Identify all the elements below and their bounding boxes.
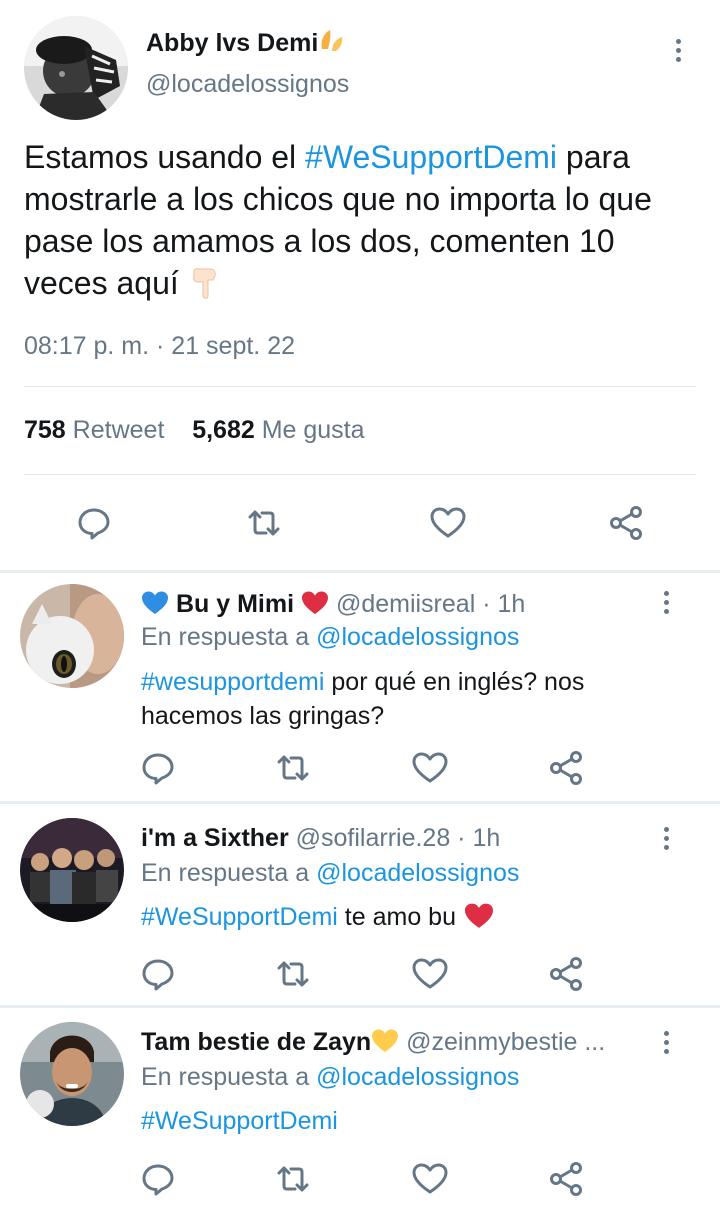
like-icon[interactable]	[428, 503, 468, 543]
share-icon[interactable]	[606, 503, 646, 543]
display-name[interactable]: Bu y Mimi	[176, 590, 294, 618]
mention-link[interactable]: @locadelossignos	[316, 623, 519, 651]
tweet-actions	[0, 503, 720, 543]
reply-header: Bu y Mimi @demiisreal · 1h	[141, 590, 525, 619]
avatar[interactable]	[20, 1022, 124, 1126]
red-heart-emoji	[463, 903, 495, 931]
like-icon[interactable]	[410, 1159, 450, 1199]
reply-tweet[interactable]: Tam bestie de Zayn @zeinmybestie ... En …	[0, 1008, 720, 1212]
like-icon[interactable]	[410, 748, 450, 788]
retweet-icon[interactable]	[273, 1159, 313, 1199]
reply-header: i'm a Sixther @sofilarrie.28 · 1h	[141, 824, 501, 852]
yellow-heart-emoji	[371, 1028, 399, 1056]
more-options-icon[interactable]	[654, 822, 678, 854]
user-handle[interactable]: @zeinmybestie ...	[406, 1028, 605, 1056]
reply-tweet[interactable]: i'm a Sixther @sofilarrie.28 · 1h En res…	[0, 804, 720, 1005]
divider	[24, 474, 696, 475]
more-options-icon[interactable]	[666, 34, 690, 66]
reply-time[interactable]: 1h	[472, 824, 500, 852]
hashtag-link[interactable]: #WeSupportDemi	[141, 903, 338, 931]
blue-heart-emoji	[141, 590, 169, 618]
divider	[24, 386, 696, 387]
retweet-icon[interactable]	[273, 748, 313, 788]
mention-link[interactable]: @locadelossignos	[316, 1063, 519, 1091]
share-icon[interactable]	[546, 954, 586, 994]
tweet-stats: 758 Retweet 5,682 Me gusta	[24, 416, 365, 445]
share-icon[interactable]	[546, 1159, 586, 1199]
reply-actions	[0, 748, 720, 788]
reply-context: En respuesta a @locadelossignos	[141, 1063, 520, 1091]
more-options-icon[interactable]	[654, 1026, 678, 1058]
display-name[interactable]: i'm a Sixther	[141, 824, 289, 852]
reply-icon[interactable]	[138, 1159, 178, 1199]
reply-tweet[interactable]: Bu y Mimi @demiisreal · 1h En respuesta …	[0, 573, 720, 801]
reply-context: En respuesta a @locadelossignos	[141, 623, 520, 651]
reply-text: #WeSupportDemi te amo bu	[141, 900, 681, 934]
share-icon[interactable]	[546, 748, 586, 788]
user-handle[interactable]: @sofilarrie.28	[296, 824, 451, 852]
more-options-icon[interactable]	[654, 586, 678, 618]
like-icon[interactable]	[410, 954, 450, 994]
reply-context: En respuesta a @locadelossignos	[141, 859, 520, 887]
user-handle[interactable]: @demiisreal	[336, 590, 475, 618]
reply-text: #wesupportdemi por qué en inglés? nos ha…	[141, 668, 585, 730]
user-handle[interactable]: @locadelossignos	[146, 70, 349, 99]
display-name[interactable]: Abby lvs Demi	[146, 27, 346, 58]
tweet-text: Estamos usando el #WeSupportDemi para mo…	[24, 139, 652, 301]
tweet-timestamp[interactable]: 08:17 p. m. · 21 sept. 22	[24, 332, 295, 361]
hashtag-link[interactable]: #WeSupportDemi	[305, 139, 557, 175]
avatar[interactable]	[20, 818, 124, 922]
reply-header: Tam bestie de Zayn @zeinmybestie ...	[141, 1028, 605, 1057]
retweet-icon[interactable]	[273, 954, 313, 994]
retweet-stat[interactable]: 758 Retweet	[24, 416, 164, 444]
reply-icon[interactable]	[138, 954, 178, 994]
like-stat[interactable]: 5,682 Me gusta	[192, 416, 364, 444]
raised-hands-emoji	[318, 30, 346, 56]
reply-actions	[0, 1159, 720, 1199]
reply-text: #WeSupportDemi	[141, 1104, 681, 1138]
display-name[interactable]: Tam bestie de Zayn	[141, 1028, 371, 1056]
avatar[interactable]	[24, 16, 128, 120]
reply-icon[interactable]	[74, 503, 114, 543]
hashtag-link[interactable]: #WeSupportDemi	[141, 1107, 338, 1135]
display-name-text: Abby lvs Demi	[146, 29, 319, 57]
reply-time[interactable]: 1h	[497, 590, 525, 618]
avatar[interactable]	[20, 584, 124, 688]
main-tweet: Abby lvs Demi @locadelossignos Estamos u…	[0, 0, 720, 572]
reply-actions	[0, 954, 720, 994]
retweet-icon[interactable]	[244, 503, 284, 543]
pointing-down-emoji	[188, 265, 220, 301]
reply-icon[interactable]	[138, 748, 178, 788]
mention-link[interactable]: @locadelossignos	[316, 859, 519, 887]
hashtag-link[interactable]: #wesupportdemi	[141, 668, 324, 696]
red-heart-emoji	[301, 590, 329, 618]
